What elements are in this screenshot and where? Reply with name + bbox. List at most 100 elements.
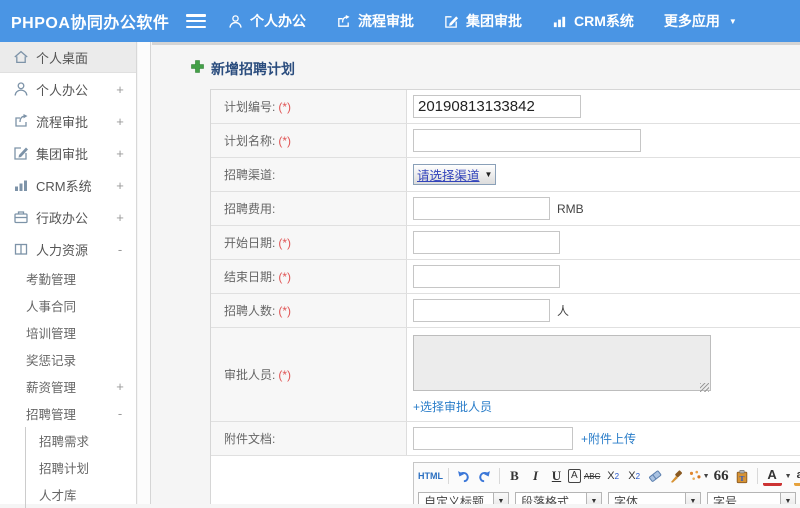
sidebar-item-recruit-plan[interactable]: 招聘计划 [26, 454, 136, 481]
collapse-minus-icon[interactable]: - [114, 406, 126, 421]
format-paint-icon[interactable]: ▼ [688, 466, 710, 486]
sidebar-item-process-approval[interactable]: 流程审批 + [0, 105, 136, 137]
form-row-end-date: 结束日期: (*) [211, 260, 800, 294]
user-icon [13, 81, 29, 97]
content-top-divider [152, 42, 800, 45]
custom-heading-dropdown[interactable]: 自定义标题 ▼ [418, 491, 509, 504]
sidebar-item-group-approval[interactable]: 集团审批 + [0, 137, 136, 169]
caret-down-icon: ▼ [686, 491, 701, 504]
briefcase-icon [13, 209, 29, 225]
choose-approvers-link[interactable]: +选择审批人员 [413, 398, 492, 415]
sidebar-item-training[interactable]: 培训管理 [0, 319, 136, 346]
top-header: PHPOA协同办公软件 个人办公 流程审批 集团审批 CRM系统 更多应用 ▼ [0, 0, 800, 42]
nav-process-approval[interactable]: 流程审批 [336, 11, 414, 31]
redo-icon[interactable] [475, 466, 494, 486]
editor-toolbar-top: HTML B I U A ABC X2 X 2 ▼ 66 T A ▼ a [414, 463, 800, 489]
caret-down-icon: ▼ [494, 491, 509, 504]
sidebar-item-recruitment[interactable]: 招聘管理 - [0, 400, 136, 427]
required-mark: (*) [278, 367, 292, 382]
field-label: 招聘人数: [224, 304, 276, 318]
expand-plus-icon[interactable]: + [114, 114, 126, 129]
html-source-button[interactable]: HTML [418, 466, 443, 486]
home-icon [13, 49, 29, 65]
sidebar-submenu-hr: 考勤管理 人事合同 培训管理 奖惩记录 薪资管理 + 招聘管理 - 招聘需求 招… [0, 265, 136, 508]
sidebar-item-recruit-demand[interactable]: 招聘需求 [26, 427, 136, 454]
highlight-color-button[interactable]: ab [793, 466, 800, 486]
expand-plus-icon[interactable]: + [114, 379, 126, 394]
attachment-upload-link[interactable]: +附件上传 [581, 430, 636, 447]
edit-icon [13, 145, 29, 161]
sidebar-item-attendance[interactable]: 考勤管理 [0, 265, 136, 292]
eraser-icon[interactable] [646, 466, 665, 486]
sidebar-item-admin-office[interactable]: 行政办公 + [0, 201, 136, 233]
sidebar-scrollbar[interactable] [138, 42, 151, 504]
subscript-button[interactable]: X2 [625, 466, 644, 486]
form-row-recruit-cost: 招聘费用: RMB [211, 192, 800, 226]
form-row-approvers: 审批人员: (*) +选择审批人员 [211, 328, 800, 422]
expand-plus-icon[interactable]: + [114, 210, 126, 225]
resize-grip-icon[interactable] [700, 383, 709, 392]
end-date-input[interactable] [413, 265, 560, 288]
superscript-button[interactable]: X2 [604, 466, 623, 486]
attachment-input[interactable] [413, 427, 573, 450]
hamburger-menu-icon[interactable] [186, 14, 206, 28]
approvers-textarea[interactable] [413, 335, 711, 391]
required-mark: (*) [278, 235, 292, 250]
collapse-minus-icon[interactable]: - [114, 242, 126, 257]
strikethrough-button[interactable]: ABC [583, 466, 602, 486]
expand-plus-icon[interactable]: + [114, 146, 126, 161]
paste-icon[interactable]: T [733, 466, 752, 486]
editor-toolbar-bottom: 自定义标题 ▼ 段落格式 ▼ 字体 ▼ 字号 ▼ [414, 489, 800, 504]
user-icon [228, 14, 243, 29]
italic-button[interactable]: I [526, 466, 545, 486]
bold-button[interactable]: B [505, 466, 524, 486]
plan-name-input[interactable] [413, 129, 641, 152]
sidebar-item-crm-system[interactable]: CRM系统 + [0, 169, 136, 201]
nav-more-apps[interactable]: 更多应用 ▼ [664, 11, 737, 31]
edit-icon [444, 14, 459, 29]
form-row-plan-name: 计划名称: (*) [211, 124, 800, 158]
underline-button[interactable]: U [547, 466, 566, 486]
font-box-button[interactable]: A [568, 469, 581, 483]
nav-group-approval[interactable]: 集团审批 [444, 11, 522, 31]
sidebar-item-salary[interactable]: 薪资管理 + [0, 373, 136, 400]
font-color-button[interactable]: A [762, 466, 782, 486]
field-label: 结束日期: [224, 270, 276, 284]
headcount-input[interactable] [413, 299, 550, 322]
sidebar: 个人桌面 个人办公 + 流程审批 + 集团审批 + CRM系统 + 行政办公 + [0, 42, 137, 508]
font-family-dropdown[interactable]: 字体 ▼ [608, 491, 701, 504]
sidebar-item-personal-desktop[interactable]: 个人桌面 [0, 42, 136, 73]
chart-icon [13, 177, 29, 193]
recruit-cost-input[interactable] [413, 197, 550, 220]
plan-number-input[interactable] [413, 95, 581, 118]
nav-crm-system[interactable]: CRM系统 [552, 11, 634, 31]
form-row-start-date: 开始日期: (*) [211, 226, 800, 260]
sidebar-item-rewards[interactable]: 奖惩记录 [0, 346, 136, 373]
app-logo: PHPOA协同办公软件 [11, 15, 170, 32]
process-icon [13, 113, 29, 129]
paragraph-format-dropdown[interactable]: 段落格式 ▼ [515, 491, 602, 504]
expand-plus-icon[interactable]: + [114, 178, 126, 193]
expand-plus-icon[interactable]: + [114, 82, 126, 97]
form-row-attachment: 附件文档: +附件上传 [211, 422, 800, 456]
sidebar-item-hr-contracts[interactable]: 人事合同 [0, 292, 136, 319]
field-label: 计划名称: [224, 134, 276, 148]
font-size-dropdown[interactable]: 字号 ▼ [707, 491, 796, 504]
currency-suffix: RMB [557, 201, 584, 216]
main-content: 新增招聘计划 计划编号: (*) 计划名称: (*) 招聘 [152, 42, 800, 504]
field-label: 招聘渠道: [224, 168, 276, 182]
brush-icon[interactable] [667, 466, 686, 486]
sidebar-item-personal-office[interactable]: 个人办公 + [0, 73, 136, 105]
channel-select[interactable]: 请选择渠道 ▼ [413, 164, 497, 185]
form-row-recruit-channel: 招聘渠道: 请选择渠道 ▼ [211, 158, 800, 192]
start-date-input[interactable] [413, 231, 560, 254]
form-row-headcount: 招聘人数: (*) 人 [211, 294, 800, 328]
process-icon [336, 14, 351, 29]
add-plus-icon [191, 60, 204, 78]
nav-personal-office[interactable]: 个人办公 [228, 11, 306, 31]
field-label: 计划编号: [224, 100, 276, 114]
unit-suffix: 人 [557, 304, 570, 318]
blockquote-button[interactable]: 66 [712, 466, 731, 486]
sidebar-item-human-resources[interactable]: 人力资源 - [0, 233, 136, 265]
undo-icon[interactable] [454, 466, 473, 486]
